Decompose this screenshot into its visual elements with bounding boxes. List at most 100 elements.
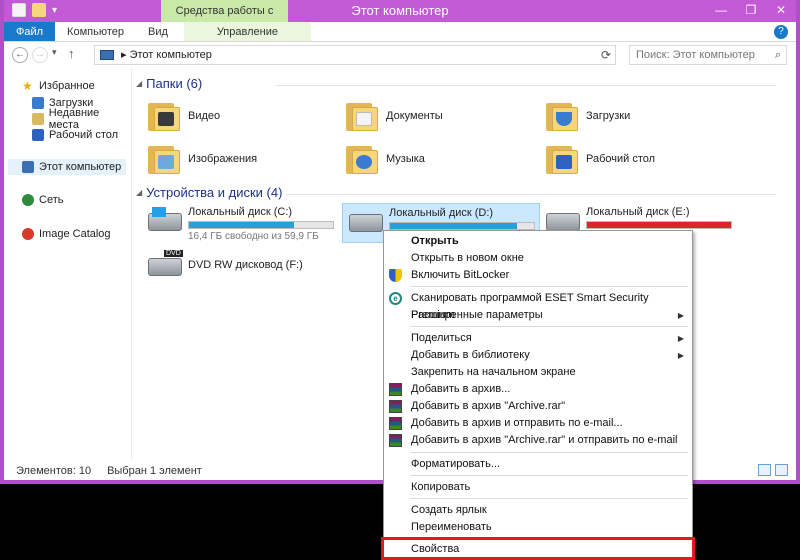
menu-item-open[interactable]: Открыть bbox=[384, 233, 690, 250]
context-menu: Открыть Открыть в новом окне Включить Bi… bbox=[383, 230, 693, 560]
folders-group-header[interactable]: ◢ Папки (6) bbox=[136, 76, 776, 91]
folder-desktop[interactable]: Рабочий стол bbox=[546, 139, 655, 179]
menu-item-add-archive-rar-email[interactable]: Добавить в архив "Archive.rar" и отправи… bbox=[384, 432, 690, 449]
computer-icon bbox=[22, 161, 34, 173]
tab-view[interactable]: Вид bbox=[136, 22, 180, 41]
menu-item-advanced[interactable]: Расширенные параметры ▶ bbox=[384, 307, 690, 324]
drive-usage-bar bbox=[389, 222, 535, 230]
menu-separator bbox=[410, 498, 688, 499]
menu-item-bitlocker[interactable]: Включить BitLocker bbox=[384, 267, 690, 284]
folder-music[interactable]: Музыка bbox=[346, 139, 425, 179]
search-input[interactable]: Поиск: Этот компьютер ⌕ bbox=[629, 45, 787, 65]
drive-usage-bar bbox=[188, 221, 334, 229]
menu-item-pin-start[interactable]: Закрепить на начальном экране bbox=[384, 364, 690, 381]
menu-label: Добавить в архив "Archive.rar" bbox=[411, 400, 566, 412]
dvd-badge: DVD bbox=[164, 250, 183, 257]
documents-folder-icon bbox=[346, 101, 380, 131]
winrar-icon bbox=[389, 417, 402, 430]
folder-pictures[interactable]: Изображения bbox=[148, 139, 257, 179]
properties-highlight-frame bbox=[381, 537, 695, 560]
forward-button[interactable]: → bbox=[32, 47, 48, 63]
computer-icon bbox=[100, 50, 114, 60]
folder-label: Рабочий стол bbox=[586, 153, 656, 165]
tab-computer[interactable]: Компьютер bbox=[55, 22, 136, 41]
nav-image-catalog[interactable]: Image Catalog bbox=[22, 226, 111, 242]
nav-image-catalog-label: Image Catalog bbox=[39, 228, 111, 240]
shield-icon bbox=[389, 269, 402, 282]
menu-label: Добавить в архив "Archive.rar" и отправи… bbox=[411, 434, 678, 446]
menu-item-eset-scan[interactable]: e Сканировать программой ESET Smart Secu… bbox=[384, 290, 690, 321]
menu-label: Добавить в архив... bbox=[411, 383, 511, 395]
recent-locations-icon[interactable]: ▾ bbox=[52, 47, 57, 58]
new-folder-qat-icon[interactable] bbox=[32, 3, 46, 17]
tab-manage[interactable]: Управление bbox=[183, 22, 311, 41]
back-button[interactable]: ← bbox=[12, 47, 28, 63]
address-bar[interactable]: ▸ Этот компьютер ⟳ bbox=[94, 45, 616, 65]
drive-f[interactable]: DVD DVD RW дисковод (F:) bbox=[142, 248, 342, 288]
group-divider bbox=[286, 194, 776, 195]
menu-item-rename[interactable]: Переименовать bbox=[384, 519, 690, 536]
tiles-view-icon[interactable] bbox=[775, 464, 788, 476]
pictures-folder-icon bbox=[148, 144, 182, 174]
winrar-icon bbox=[389, 400, 402, 413]
drives-header-label: Устройства и диски (4) bbox=[146, 185, 283, 200]
folder-documents[interactable]: Документы bbox=[346, 96, 443, 136]
help-icon[interactable]: ? bbox=[774, 25, 788, 39]
image-catalog-icon bbox=[22, 228, 34, 240]
group-divider bbox=[276, 85, 776, 86]
menu-item-copy[interactable]: Копировать bbox=[384, 479, 690, 496]
drive-c[interactable]: Локальный диск (C:) 16,4 ГБ свободно из … bbox=[142, 203, 342, 243]
menu-item-share[interactable]: Поделиться ▶ bbox=[384, 330, 690, 347]
details-view-icon[interactable] bbox=[758, 464, 771, 476]
desktop-icon bbox=[32, 129, 44, 141]
up-button[interactable]: ↑ bbox=[68, 46, 75, 61]
dvd-drive-icon bbox=[148, 258, 182, 276]
folder-label: Загрузки bbox=[586, 110, 631, 122]
folder-downloads[interactable]: Загрузки bbox=[546, 96, 630, 136]
desktop-folder-icon bbox=[546, 144, 580, 174]
menu-item-create-shortcut[interactable]: Создать ярлык bbox=[384, 502, 690, 519]
windows-logo-icon bbox=[152, 207, 166, 217]
search-icon[interactable]: ⌕ bbox=[775, 46, 781, 64]
maximize-button[interactable]: ❐ bbox=[736, 0, 766, 20]
nav-network-label: Сеть bbox=[39, 194, 64, 206]
folder-video[interactable]: Видео bbox=[148, 96, 220, 136]
submenu-arrow-icon: ▶ bbox=[677, 311, 684, 320]
drive-free-space: 16,4 ГБ свободно из 59,9 ГБ bbox=[188, 231, 319, 242]
menu-item-open-new-window[interactable]: Открыть в новом окне bbox=[384, 250, 690, 267]
nav-desktop[interactable]: Рабочий стол bbox=[32, 127, 118, 143]
hard-drive-icon bbox=[349, 214, 383, 232]
item-count: Элементов: 10 bbox=[16, 465, 92, 477]
nav-this-pc-label: Этот компьютер bbox=[39, 161, 122, 173]
minimize-button[interactable]: — bbox=[706, 0, 736, 20]
downloads-folder-icon bbox=[546, 101, 580, 131]
menu-label: Добавить в библиотеку bbox=[411, 349, 530, 361]
menu-item-format[interactable]: Форматировать... bbox=[384, 456, 690, 473]
menu-item-add-library[interactable]: Добавить в библиотеку ▶ bbox=[384, 347, 690, 364]
folder-label: Изображения bbox=[188, 153, 258, 165]
close-button[interactable]: ✕ bbox=[766, 0, 796, 20]
recent-places-icon bbox=[32, 113, 44, 125]
folder-label: Документы bbox=[386, 110, 443, 122]
nav-this-pc[interactable]: Этот компьютер bbox=[8, 159, 126, 175]
network-icon bbox=[22, 194, 34, 206]
tab-file[interactable]: Файл bbox=[4, 22, 56, 41]
folder-label: Видео bbox=[188, 110, 221, 122]
drives-group-header[interactable]: ◢ Устройства и диски (4) bbox=[136, 185, 776, 200]
menu-item-add-archive-email[interactable]: Добавить в архив и отправить по e-mail..… bbox=[384, 415, 690, 432]
menu-label: Поделиться bbox=[411, 332, 472, 344]
menu-item-add-archive-rar[interactable]: Добавить в архив "Archive.rar" bbox=[384, 398, 690, 415]
video-folder-icon bbox=[148, 101, 182, 131]
properties-qat-icon[interactable] bbox=[12, 3, 26, 17]
navigation-pane: ★ Избранное Загрузки Недавние места Рабо… bbox=[4, 68, 132, 460]
qat-dropdown-icon[interactable]: ▾ bbox=[52, 5, 57, 16]
menu-separator bbox=[410, 475, 688, 476]
menu-item-add-archive[interactable]: Добавить в архив... bbox=[384, 381, 690, 398]
folders-header-label: Папки (6) bbox=[146, 76, 203, 91]
refresh-icon[interactable]: ⟳ bbox=[601, 46, 611, 64]
drive-label: DVD RW дисковод (F:) bbox=[188, 259, 303, 271]
nav-favorites[interactable]: ★ Избранное bbox=[22, 78, 95, 94]
nav-recent[interactable]: Недавние места bbox=[32, 107, 131, 131]
nav-network[interactable]: Сеть bbox=[22, 192, 63, 208]
menu-label: Добавить в архив и отправить по e-mail..… bbox=[411, 417, 623, 429]
